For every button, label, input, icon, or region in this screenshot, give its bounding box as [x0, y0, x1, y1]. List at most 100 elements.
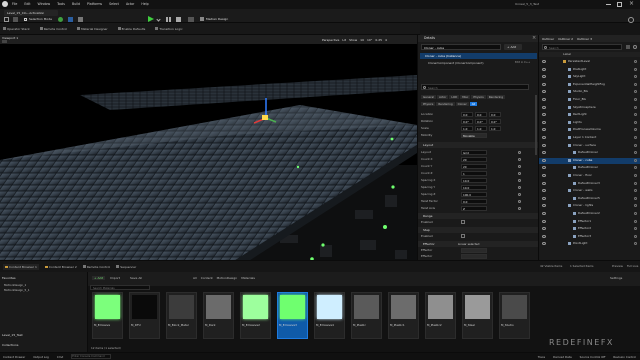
layout-prop-value[interactable]: Grid — [461, 150, 487, 155]
outliner-column-label[interactable]: Label — [563, 52, 571, 56]
content-browser-1-tab[interactable]: Content Browser 1 — [3, 263, 39, 270]
transition-logic-button[interactable]: Transition Logic — [155, 27, 183, 31]
visibility-eye-icon[interactable] — [542, 234, 546, 238]
filter-tab-cloner[interactable]: Cloner — [455, 102, 469, 106]
outliner-item[interactable]: PersistentLevel — [539, 59, 640, 65]
reset-arrow-icon[interactable] — [518, 151, 521, 154]
trace-button[interactable]: Trace — [538, 355, 545, 359]
outliner-item[interactable]: SkyLight — [539, 74, 640, 80]
visibility-eye-icon[interactable] — [542, 242, 546, 246]
selection-mode-button[interactable]: Selection Mode — [24, 16, 52, 22]
modes-icon[interactable] — [13, 17, 18, 22]
outliner-item[interactable]: PointLight — [539, 241, 640, 247]
outliner-edit-icon[interactable] — [634, 105, 637, 109]
outliner-edit-icon[interactable] — [634, 174, 637, 177]
visibility-eye-icon[interactable] — [542, 90, 546, 94]
effector-row-2-field[interactable] — [461, 254, 487, 259]
outliner-settings-icon[interactable] — [633, 45, 637, 49]
actor-name-field[interactable]: Cloner - cube — [421, 44, 501, 50]
outliner-edit-icon[interactable] — [634, 227, 637, 231]
outliner-edit-icon[interactable] — [634, 98, 637, 101]
material-asset-tile[interactable]: M_Emissive2 — [240, 292, 271, 339]
details-search-input[interactable] — [428, 85, 518, 90]
menu-edit[interactable]: Edit — [24, 2, 30, 6]
reset-arrow-icon[interactable] — [518, 207, 521, 210]
outliner-item[interactable]: Cloner - lights — [539, 203, 640, 209]
outliner-edit-icon[interactable] — [634, 82, 637, 86]
visibility-eye-icon[interactable] — [542, 166, 546, 170]
viewport-scene[interactable] — [0, 35, 417, 273]
outliner-edit-icon[interactable] — [634, 212, 637, 215]
effector-section-header[interactable]: Effector Linear selected — [418, 241, 539, 247]
remote-control-tab[interactable]: Remote Control — [82, 265, 110, 269]
favorite-item-2[interactable]: MotionDesign_5_1 — [4, 288, 30, 292]
outliner-edit-icon[interactable] — [634, 234, 637, 238]
outliner-edit-icon[interactable] — [634, 143, 637, 147]
platforms-icon[interactable] — [188, 17, 194, 22]
visibility-eye-icon[interactable] — [542, 189, 546, 193]
sequencer-tab[interactable]: Sequencer — [116, 265, 136, 269]
show-button[interactable]: Show — [349, 38, 357, 42]
camera-speed-value[interactable]: 4 — [385, 38, 387, 42]
outliner-item[interactable]: DefaultCloner — [539, 150, 640, 156]
asset-search-field[interactable] — [90, 285, 150, 290]
outliner-search-field[interactable] — [542, 44, 622, 50]
reset-arrow-icon[interactable] — [518, 179, 521, 182]
visibility-eye-icon[interactable] — [542, 82, 546, 86]
play-options-icon[interactable] — [156, 17, 161, 22]
outliner-item[interactable]: Layer 1 Content — [539, 135, 640, 141]
details-scrollbar[interactable] — [535, 95, 537, 155]
outliner-tab-3[interactable]: Outliner 3 — [577, 37, 592, 41]
outliner-item[interactable]: Studio_BG — [539, 89, 640, 95]
details-tab[interactable]: Details × — [418, 35, 539, 42]
outliner-item[interactable]: Cloner - floor — [539, 173, 640, 179]
enable-defaults-button[interactable]: Enable Defaults — [117, 27, 145, 31]
source-control-status[interactable]: Source Control Off — [580, 355, 606, 359]
layout-prop-value[interactable]: Z — [461, 206, 487, 211]
visibility-eye-icon[interactable] — [542, 181, 546, 185]
outliner-item[interactable]: DefaultCloner2 — [539, 211, 640, 217]
outliner-edit-icon[interactable] — [634, 166, 637, 170]
layout-section-header[interactable]: Layout — [418, 142, 539, 148]
details-search-field[interactable] — [421, 84, 529, 90]
outliner-item[interactable]: Lights — [539, 120, 640, 126]
outliner-item[interactable]: ExponentialHeightFog — [539, 82, 640, 88]
outliner-item[interactable]: RectLight — [539, 112, 640, 118]
visibility-eye-icon[interactable] — [542, 98, 546, 101]
revision-control-button[interactable]: Revision Control — [613, 355, 640, 359]
outliner-item[interactable]: SkyAtmosphere — [539, 105, 640, 111]
angle-snap-value[interactable]: 10° — [367, 38, 372, 42]
visibility-eye-icon[interactable] — [542, 196, 546, 200]
layout-prop-value[interactable]: 0.0 — [461, 199, 487, 204]
visibility-eye-icon[interactable] — [542, 113, 546, 117]
outliner-edit-icon[interactable] — [634, 120, 637, 124]
details-close-icon[interactable]: × — [532, 35, 536, 41]
collections-header[interactable]: Collections — [2, 343, 18, 347]
mobility-value[interactable]: Movable — [461, 133, 487, 138]
scale-y[interactable]: 1.0 — [475, 126, 487, 131]
outliner-edit-icon[interactable] — [634, 204, 637, 208]
cb-settings-button[interactable]: Settings — [610, 276, 622, 280]
outliner-item[interactable]: PostProcessVolume — [539, 127, 640, 133]
outliner-tab-1[interactable]: Outliner — [542, 37, 554, 41]
path-segment-all[interactable]: All — [193, 276, 197, 280]
layout-prop-value[interactable]: 20 — [461, 157, 487, 162]
add-component-button[interactable]: + Add — [504, 44, 522, 50]
outliner-edit-icon[interactable] — [634, 75, 637, 79]
filter-tab-physics2[interactable]: Physics — [421, 102, 436, 106]
outliner-item[interactable]: Effector3 — [539, 234, 640, 240]
layout-prop-value[interactable]: 20 — [461, 164, 487, 169]
close-icon[interactable]: × — [629, 0, 634, 7]
material-asset-tile[interactable]: M_Block_Metal — [166, 292, 197, 339]
asset-search-input[interactable] — [93, 286, 148, 290]
menu-platforms[interactable]: Platforms — [87, 2, 102, 6]
visibility-eye-icon[interactable] — [542, 120, 546, 124]
filter-tab-misc[interactable]: Misc — [460, 95, 471, 99]
visibility-eye-icon[interactable] — [542, 204, 546, 208]
perspective-button[interactable]: Perspective — [322, 38, 339, 42]
pause-button[interactable] — [166, 17, 171, 22]
menu-tools[interactable]: Tools — [57, 2, 65, 6]
rotation-z[interactable]: 0.0° — [489, 119, 501, 124]
cmd-button[interactable]: Cmd — [57, 355, 63, 359]
viewport-menu-icon[interactable] — [2, 40, 7, 43]
